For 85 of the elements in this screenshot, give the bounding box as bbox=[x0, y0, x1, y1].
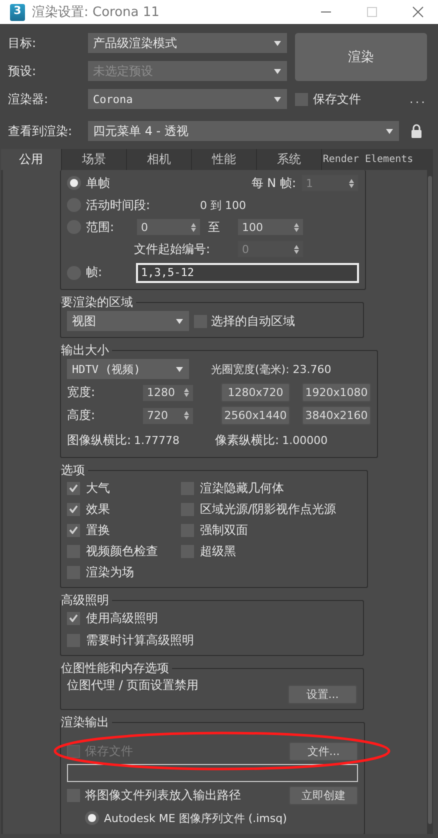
checkbox-label: 将图像文件列表放入输出路径 bbox=[85, 786, 241, 804]
value-text: 1.00000 bbox=[282, 434, 328, 446]
size-preset-button[interactable]: 1920x1080 bbox=[302, 383, 371, 402]
checkbox-label: 强制双面 bbox=[200, 522, 248, 538]
number-field[interactable]: 1280 bbox=[142, 384, 194, 402]
radio-button[interactable] bbox=[67, 176, 81, 190]
render-button[interactable]: 渲染 bbox=[295, 33, 427, 81]
checkbox-label: 保存文件 bbox=[313, 90, 361, 108]
caret-icon bbox=[386, 128, 393, 134]
spinner-arrows-icon[interactable] bbox=[294, 222, 299, 232]
radio-label: 活动时间段: bbox=[86, 196, 150, 214]
field-label: 每 N 帧: bbox=[251, 174, 296, 192]
close-icon[interactable] bbox=[412, 6, 424, 18]
size-preset-button[interactable]: 2560x1440 bbox=[221, 406, 290, 425]
checkbox-label: 使用高级照明 bbox=[86, 610, 158, 626]
lock-icon[interactable] bbox=[411, 124, 422, 138]
radio-label: 单帧 bbox=[86, 174, 110, 192]
checkbox-label: 置换 bbox=[86, 522, 110, 538]
frames-field[interactable]: 1,3,5-12 bbox=[136, 262, 359, 282]
field-label: 像素纵横比: bbox=[215, 432, 280, 448]
view-dropdown[interactable]: 四元菜单 4 - 透视 bbox=[88, 121, 399, 141]
caret-icon bbox=[176, 318, 183, 324]
checkbox-label: 视频颜色检查 bbox=[86, 542, 158, 560]
scrollbar[interactable] bbox=[427, 170, 433, 834]
tab[interactable]: Render Elements bbox=[321, 149, 414, 170]
radio-label: Autodesk ME 图像序列文件 (.imsq) bbox=[104, 810, 287, 826]
renderer-dropdown[interactable]: Corona bbox=[88, 89, 287, 109]
target-dropdown[interactable]: 产品级渲染模式 bbox=[88, 33, 287, 53]
aperture-text: 光圈宽度(毫米): 23.760 bbox=[211, 362, 332, 376]
value-text: 1.77778 bbox=[134, 434, 181, 446]
group-title: 高级照明 bbox=[61, 592, 110, 609]
window-title: 渲染设置: Corona 11 bbox=[32, 4, 160, 21]
number-field[interactable]: 720 bbox=[142, 406, 194, 424]
caret-icon bbox=[274, 96, 281, 102]
field-label: 宽度: bbox=[67, 384, 96, 401]
spinner-arrows-icon[interactable] bbox=[191, 222, 196, 232]
size-preset-button[interactable]: 3840x2160 bbox=[302, 406, 371, 425]
app-logo: 3 bbox=[10, 4, 25, 20]
caret-icon bbox=[274, 68, 281, 74]
checkbox-label: 选择的自动区域 bbox=[211, 312, 295, 330]
area-dropdown[interactable]: 视图 bbox=[67, 311, 189, 331]
radio-label: 帧: bbox=[86, 264, 104, 281]
checkbox-label: 超级黑 bbox=[200, 542, 236, 560]
size-preset-button[interactable]: 1280x720 bbox=[221, 383, 290, 402]
checkbox[interactable] bbox=[295, 92, 308, 106]
caret-icon bbox=[176, 366, 183, 372]
tab[interactable]: 公用 bbox=[1, 149, 61, 170]
field-label: 文件起始编号: bbox=[134, 240, 212, 258]
field-label: 查看到渲染: bbox=[8, 122, 74, 140]
group-title: 输出大小 bbox=[61, 342, 110, 359]
number-field[interactable]: 0 bbox=[136, 218, 201, 236]
field-label: 目标: bbox=[8, 34, 38, 52]
field-label: 高度: bbox=[67, 407, 96, 424]
checkbox-label: 区域光源/阴影视作点光源 bbox=[200, 500, 336, 518]
checkbox[interactable] bbox=[67, 482, 80, 494]
caret-icon bbox=[274, 40, 281, 46]
checkbox-label: 需要时计算高级照明 bbox=[86, 632, 194, 648]
group-title: 位图性能和内存选项 bbox=[61, 660, 170, 677]
files-button[interactable]: 文件... bbox=[289, 742, 358, 760]
checkbox[interactable] bbox=[67, 502, 80, 516]
group-title: 选项 bbox=[61, 462, 86, 479]
radio-button[interactable] bbox=[85, 811, 99, 825]
info-text: 位图代理 / 页面设置禁用 bbox=[67, 677, 199, 694]
more-button[interactable]: ... bbox=[410, 92, 427, 106]
field-label: 预设: bbox=[8, 62, 38, 80]
group-title: 要渲染的区域 bbox=[61, 294, 134, 311]
field-label: 至 bbox=[208, 218, 220, 236]
field-label: 图像纵横比: bbox=[67, 432, 132, 448]
field-label: 渲染器: bbox=[8, 90, 50, 108]
checkbox-label: 渲染为场 bbox=[86, 564, 134, 580]
output-path-field[interactable] bbox=[67, 764, 358, 782]
size-preset-dropdown[interactable]: HDTV (视频) bbox=[67, 359, 189, 379]
radio-label: 范围: bbox=[86, 218, 116, 236]
number-field[interactable]: 100 bbox=[237, 218, 304, 236]
create-button[interactable]: 立即创建 bbox=[289, 786, 358, 804]
checkbox-label: 效果 bbox=[86, 500, 110, 518]
settings-button[interactable]: 设置... bbox=[288, 685, 357, 704]
checkbox[interactable] bbox=[67, 612, 80, 624]
spinner-arrows-icon[interactable] bbox=[184, 411, 189, 420]
spinner-arrows-icon[interactable] bbox=[184, 388, 189, 397]
checkbox-label: 渲染隐藏几何体 bbox=[200, 480, 284, 496]
checkbox-label: 大气 bbox=[86, 480, 110, 496]
range-text: 0 到 100 bbox=[200, 198, 246, 212]
group-title: 渲染输出 bbox=[61, 714, 110, 731]
checkbox[interactable] bbox=[67, 524, 80, 536]
